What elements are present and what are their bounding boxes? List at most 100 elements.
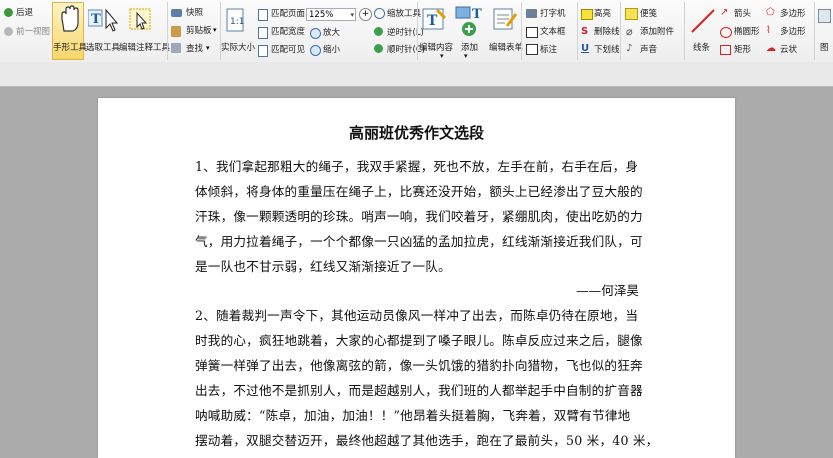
clipboard-icon bbox=[171, 26, 181, 37]
paragraph-line: 体倾斜，将身体的重量压在绳子上，比赛还没开始，额头上已经渗出了豆大般的 bbox=[195, 184, 643, 199]
camera-icon bbox=[171, 9, 182, 17]
paragraph-line: 气，用力拉着绳子，一个个都像一只凶猛的孟加拉虎，红线渐渐接近我们队，可 bbox=[195, 234, 643, 249]
zoom-select[interactable]: 125% ▾ bbox=[306, 8, 356, 21]
back-icon[interactable] bbox=[4, 8, 13, 17]
callout-icon bbox=[526, 44, 538, 55]
document-title: 高丽班优秀作文选段 bbox=[348, 124, 484, 142]
textbox-icon bbox=[526, 27, 538, 38]
toolbar-bottom-strip bbox=[0, 62, 833, 87]
note-icon bbox=[625, 8, 638, 20]
arrow-icon: ↗ bbox=[720, 7, 729, 18]
rectangle-button[interactable]: 矩形 bbox=[734, 45, 751, 56]
paragraph-line: 弹簧一样弹了出去，他像离弦的箭，像一头饥饿的猎豹扑向猎物，飞也似的狂奔 bbox=[195, 358, 643, 373]
paperclip-icon: ⌀ bbox=[626, 25, 633, 38]
fit-page-icon bbox=[258, 9, 268, 21]
note-button[interactable]: 便笺 bbox=[640, 9, 657, 20]
cloud-icon: ☁ bbox=[766, 43, 776, 54]
paragraph-line: 出去，不过他不是抓别人，而是超越别人，我们班的人都举起手中自制的扩音器 bbox=[195, 383, 643, 398]
zoom-in-icon bbox=[310, 28, 321, 39]
document-page: 高丽班优秀作文选段 1、我们拿起那粗大的绳子，我双手紧握，死也不放，左手在前，右… bbox=[98, 98, 735, 458]
edit-form-icon bbox=[493, 8, 518, 30]
callout-button[interactable]: 标注 bbox=[540, 45, 557, 56]
zoom-out-button[interactable]: 缩小 bbox=[323, 45, 340, 56]
strikeout-icon: S bbox=[581, 26, 589, 37]
edit-content-button[interactable]: 编辑内容 bbox=[419, 43, 453, 54]
zoom-tool-button[interactable]: 缩放工具 bbox=[387, 9, 421, 20]
find-button[interactable]: 查找 bbox=[186, 44, 203, 55]
chevron-down-icon[interactable]: ▾ bbox=[440, 52, 444, 60]
svg-text:T: T bbox=[472, 7, 482, 22]
select-tool-button[interactable]: 选取工具 bbox=[86, 43, 120, 54]
toolbar-ribbon: 后退 前一视图 手形工具 T 选取工具 编辑注释工具 快照 剪贴板 ▾ 查找 ▾… bbox=[0, 0, 833, 63]
chevron-down-icon[interactable]: ▾ bbox=[464, 52, 468, 60]
highlight-button[interactable]: 高亮 bbox=[594, 9, 611, 20]
forward-icon[interactable] bbox=[4, 27, 13, 36]
underline-button[interactable]: 下划线 bbox=[594, 45, 620, 56]
ellipse-button[interactable]: 椭圆形 bbox=[734, 27, 760, 38]
hand-icon bbox=[61, 5, 79, 32]
polyline-icon: ⌇ bbox=[766, 25, 771, 36]
paragraph-line: 汗珠，像一颗颗透明的珍珠。哨声一响，我们咬着牙，紧绷肌肉，使出吃奶的力 bbox=[195, 209, 643, 224]
polyline-button[interactable]: 多边形 bbox=[780, 27, 806, 38]
paragraph-line: 2、随着裁判一声令下，其他运动员像风一样冲了出去，而陈卓仍待在原地，当 bbox=[195, 308, 639, 323]
paragraph-line: 是一队也不甘示弱，红线又渐渐接近了一队。 bbox=[195, 259, 451, 274]
annotation-tool-button[interactable]: 编辑注释工具 bbox=[119, 43, 170, 54]
find-icon bbox=[171, 43, 181, 53]
ellipse-icon bbox=[720, 27, 732, 38]
paragraph-line: 摆动着，双腿交替迈开，最终他超越了其他选手，跑在了最前头，50 米，40 米， bbox=[195, 433, 659, 448]
rectangle-icon bbox=[720, 45, 731, 55]
zoom-tool-icon bbox=[374, 8, 385, 19]
svg-text:1:1: 1:1 bbox=[230, 17, 244, 27]
more-button[interactable]: 图 bbox=[820, 43, 829, 54]
cloud-button[interactable]: 云状 bbox=[780, 45, 797, 56]
rotate-left-button[interactable]: 逆时针(L) bbox=[387, 28, 424, 39]
strikeout-button[interactable]: 删除线 bbox=[594, 27, 620, 38]
typewriter-button[interactable]: 打字机 bbox=[540, 9, 566, 20]
line-icon bbox=[691, 9, 715, 33]
clipboard-button[interactable]: 剪贴板 bbox=[186, 26, 212, 37]
edit-content-icon: T bbox=[422, 8, 447, 30]
zoom-value: 125% bbox=[309, 10, 334, 20]
fit-page-button[interactable]: 匹配页面 bbox=[271, 9, 305, 20]
fit-width-button[interactable]: 匹配宽度 bbox=[271, 27, 305, 38]
fit-width-icon bbox=[258, 27, 268, 39]
zoom-plus-icon[interactable]: + bbox=[359, 8, 372, 21]
zoom-in-button[interactable]: 放大 bbox=[323, 28, 340, 39]
actual-size-button[interactable]: 实际大小 bbox=[221, 43, 255, 54]
typewriter-icon bbox=[526, 9, 537, 18]
chevron-down-icon: ▾ bbox=[350, 11, 354, 19]
forward-button[interactable]: 前一视图 bbox=[16, 27, 50, 38]
textbox-button[interactable]: 文本框 bbox=[540, 27, 566, 38]
back-button[interactable]: 后退 bbox=[16, 8, 33, 19]
polygon-button[interactable]: 多边形 bbox=[780, 9, 806, 20]
snapshot-button[interactable]: 快照 bbox=[186, 8, 203, 19]
author-signature: ——何泽昊 bbox=[576, 283, 639, 298]
chevron-down-icon[interactable]: ▾ bbox=[213, 26, 217, 34]
more-icon bbox=[818, 9, 831, 23]
chevron-down-icon[interactable]: ▾ bbox=[206, 44, 210, 52]
zoom-out-icon bbox=[310, 45, 321, 56]
attach-file-button[interactable]: 添加附件 bbox=[640, 27, 674, 38]
actual-size-icon: 1:1 bbox=[226, 8, 244, 32]
polygon-icon: ⬠ bbox=[766, 7, 775, 18]
hand-tool-label: 手形工具 bbox=[53, 43, 88, 53]
speaker-icon: ♪ bbox=[626, 43, 633, 54]
paragraph-line: 呐喊助威：“陈卓，加油，加油！！”他昂着头挺着胸，飞奔着，双臂有节律地 bbox=[195, 408, 631, 423]
arrow-button[interactable]: 箭头 bbox=[734, 9, 751, 20]
line-button[interactable]: 线条 bbox=[693, 43, 710, 54]
sound-button[interactable]: 声音 bbox=[640, 45, 657, 56]
add-content-icon: T bbox=[455, 6, 482, 36]
select-text-icon: T bbox=[88, 8, 118, 32]
annotation-tool-icon bbox=[129, 8, 151, 30]
highlight-icon bbox=[581, 9, 593, 20]
svg-text:T: T bbox=[91, 12, 101, 27]
fit-visible-icon bbox=[258, 45, 268, 57]
edit-form-button[interactable]: 编辑表单 bbox=[489, 43, 523, 54]
svg-text:T: T bbox=[427, 13, 438, 29]
underline-icon: U bbox=[581, 43, 590, 54]
rotate-right-icon bbox=[374, 44, 383, 53]
paragraph-line: 1、我们拿起那粗大的绳子，我双手紧握，死也不放，左手在前，右手在后，身 bbox=[195, 159, 639, 174]
paragraph-line: 时我的心，疯狂地跳着，大家的心都提到了嗓子眼儿。陈卓反应过来之后，腿像 bbox=[195, 333, 643, 348]
rotate-left-icon bbox=[374, 27, 383, 36]
fit-visible-button[interactable]: 匹配可见 bbox=[271, 45, 305, 56]
